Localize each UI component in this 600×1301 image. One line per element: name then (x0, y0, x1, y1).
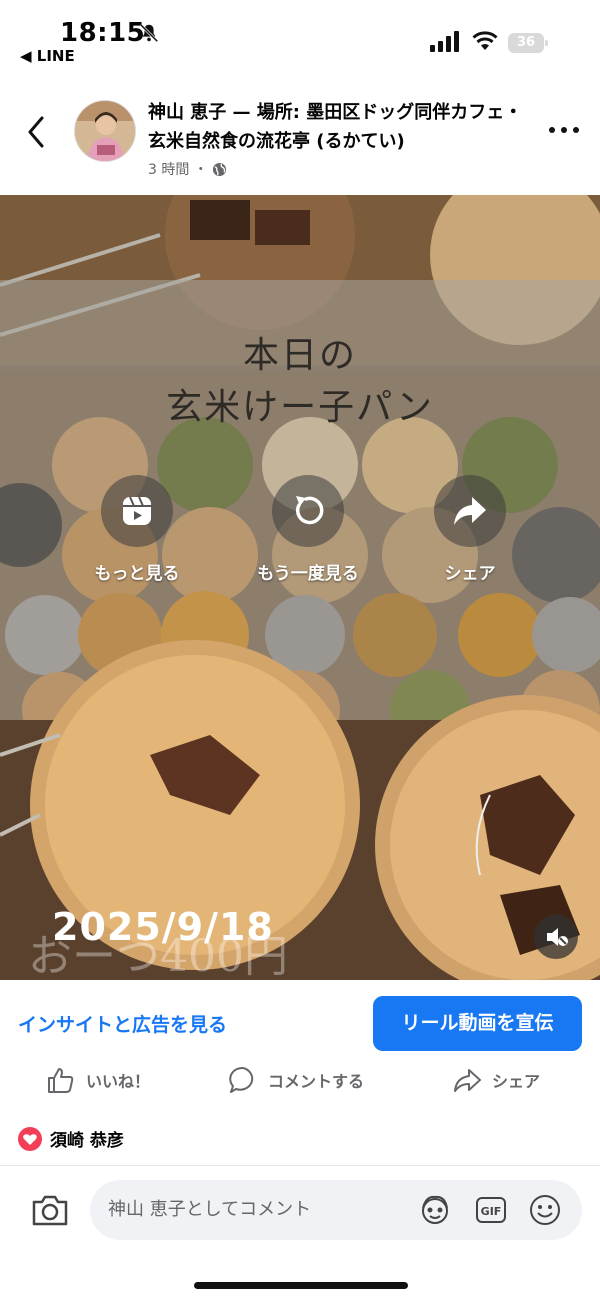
avatar[interactable] (74, 100, 136, 162)
more-reels-button[interactable]: もっと見る (67, 475, 207, 584)
mute-toggle-button[interactable] (534, 915, 578, 959)
back-to-line-link[interactable]: ◀ LINE (20, 47, 75, 65)
comment-bubble-icon (229, 1066, 254, 1093)
video-frame-image (0, 195, 600, 980)
comment-button[interactable]: コメントする (228, 1060, 364, 1100)
comment-input[interactable]: 神山 恵子としてコメント GIF (90, 1180, 582, 1240)
more-options-icon[interactable] (546, 120, 582, 140)
avatar-sticker-icon[interactable] (418, 1193, 452, 1227)
share-video-button[interactable]: シェア (400, 475, 540, 584)
gif-icon[interactable]: GIF (474, 1193, 508, 1227)
insights-and-ads-link[interactable]: インサイトと広告を見る (18, 1010, 227, 1037)
clock: 18:15 (60, 18, 146, 48)
post-header: 神山 恵子 — 場所: 墨田区ドッグ同伴カフェ・玄米自然食の流花亭 (るかてい)… (0, 90, 600, 190)
reaction-bar: いいね！ コメントする シェア (0, 1060, 600, 1100)
emoji-icon[interactable] (528, 1193, 562, 1227)
share-icon (454, 1069, 481, 1092)
replay-button[interactable]: もう一度見る (238, 475, 378, 584)
wifi-icon (472, 31, 498, 50)
thumbs-up-icon (48, 1068, 74, 1093)
divider (0, 1165, 600, 1166)
speaker-muted-icon (547, 928, 568, 946)
cellular-signal-icon (430, 31, 459, 52)
globe-icon (212, 162, 226, 176)
comment-placeholder: 神山 恵子としてコメント (108, 1199, 312, 1220)
reel-video[interactable]: 本日の 玄米けー子パン もっと見る もう一度見る シェア おーつ400円 202… (0, 195, 600, 980)
bell-off-icon (139, 23, 159, 43)
replay-icon (295, 496, 324, 525)
date-overlay: 2025/9/18 (52, 905, 274, 949)
like-button[interactable]: いいね！ (46, 1060, 150, 1100)
reaction-summary[interactable]: 須崎 恭彦 (18, 1126, 124, 1151)
share-arrow-icon (454, 497, 486, 525)
back-chevron-icon[interactable] (20, 112, 52, 152)
video-overlay-title: 本日の 玄米けー子パン (166, 335, 434, 428)
reels-icon (123, 496, 151, 525)
share-button[interactable]: シェア (452, 1060, 540, 1100)
camera-icon[interactable] (30, 1192, 70, 1228)
post-meta: 3 時間 ・ (148, 159, 227, 179)
post-time: 3 時間 ・ (148, 162, 208, 178)
status-bar: 18:15 ◀ LINE 36 (0, 0, 600, 72)
love-reaction-icon (18, 1126, 42, 1151)
home-indicator[interactable] (194, 1282, 408, 1289)
svg-text:GIF: GIF (481, 1205, 502, 1218)
battery-indicator: 36 (508, 33, 548, 53)
post-title[interactable]: 神山 恵子 — 場所: 墨田区ドッグ同伴カフェ・玄米自然食の流花亭 (るかてい) (148, 98, 538, 156)
promote-reel-button[interactable]: リール動画を宣伝 (373, 996, 582, 1051)
liker-name: 須崎 恭彦 (50, 1131, 124, 1151)
